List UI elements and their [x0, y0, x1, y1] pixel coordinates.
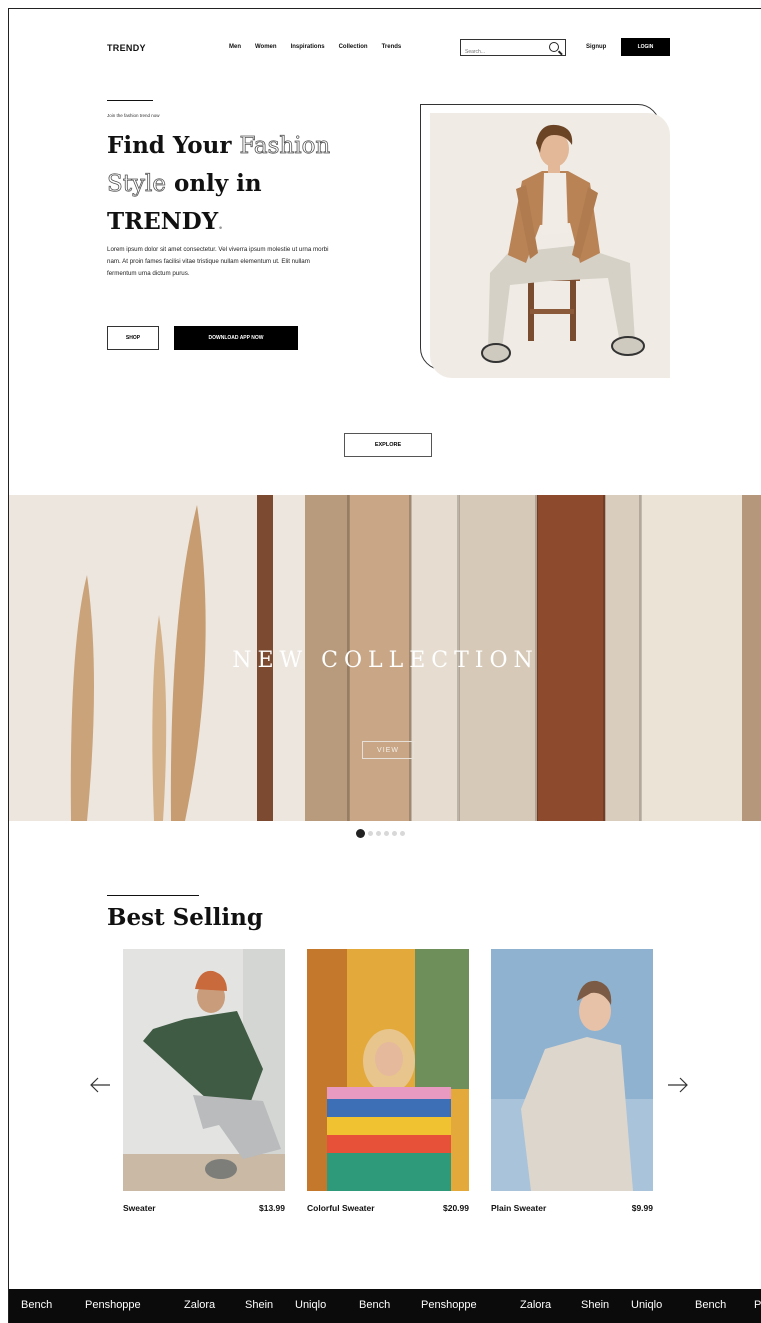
product-card[interactable]: Sweater $13.99: [123, 949, 285, 1213]
hero-title: Find Your Fashion Style only in TRENDY.: [107, 127, 397, 244]
product-price: $9.99: [631, 1203, 653, 1213]
brand-name: Shein: [581, 1299, 610, 1311]
brand-name: Bench: [21, 1299, 53, 1311]
arrow-left-icon[interactable]: [89, 1077, 111, 1093]
hero-divider: [107, 100, 153, 101]
brand-strip: Bench Penshoppe Zalora Shein Uniqlo Benc…: [9, 1289, 761, 1323]
carousel-dots: [356, 829, 405, 838]
brand-name: Shein: [245, 1299, 274, 1311]
search-box: [460, 39, 566, 60]
new-collection-banner: NEW COLLECTION VIEW: [9, 495, 761, 821]
hero-title-part1: Find Your: [107, 132, 240, 159]
search-input[interactable]: [461, 44, 545, 60]
hero-description: Lorem ipsum dolor sit amet consectetur. …: [107, 246, 329, 277]
brand-name: Zalora: [184, 1299, 216, 1311]
brand-name: Uniqlo: [295, 1299, 327, 1311]
hero-title-outline-1: Fashion: [239, 133, 331, 160]
arrow-right-icon[interactable]: [667, 1077, 689, 1093]
brand-name: Bench: [695, 1299, 727, 1311]
nav-link-inspirations[interactable]: Inspirations: [291, 44, 325, 50]
carousel-dot-2[interactable]: [368, 831, 373, 836]
hero-title-dot: .: [218, 217, 224, 233]
product-name: Colorful Sweater: [307, 1203, 375, 1213]
nav-link-men[interactable]: Men: [229, 44, 241, 50]
product-card[interactable]: Plain Sweater $9.99: [491, 949, 653, 1213]
product-price: $20.99: [443, 1203, 469, 1213]
shop-button[interactable]: SHOP: [107, 326, 159, 350]
brand-name: Zalora: [520, 1299, 552, 1311]
page-frame: TRENDY Men Women Inspirations Collection…: [8, 8, 761, 1323]
hero-title-outline-2: Style: [107, 171, 167, 198]
product-name: Sweater: [123, 1203, 156, 1213]
view-collection-button[interactable]: VIEW: [362, 741, 414, 759]
carousel-dot-4[interactable]: [384, 831, 389, 836]
brand-name: Penshoppe: [85, 1299, 141, 1311]
brand-name: P: [754, 1299, 761, 1311]
hero-title-part3: TRENDY: [107, 208, 219, 235]
signup-link[interactable]: Signup: [586, 44, 606, 50]
product-info: Colorful Sweater $20.99: [307, 1203, 469, 1213]
brand-name: Uniqlo: [631, 1299, 663, 1311]
product-card[interactable]: Colorful Sweater $20.99: [307, 949, 469, 1213]
hero-kicker: Join the fashion trend now: [107, 113, 160, 118]
product-image[interactable]: [491, 949, 653, 1191]
product-image[interactable]: [307, 949, 469, 1191]
best-selling-title: Best Selling: [107, 904, 263, 931]
download-app-button[interactable]: DOWNLOAD APP NOW: [174, 326, 298, 350]
product-info: Plain Sweater $9.99: [491, 1203, 653, 1213]
model-illustration: [481, 124, 645, 363]
nav-link-trends[interactable]: Trends: [382, 44, 402, 50]
brand-name: Penshoppe: [421, 1299, 477, 1311]
nav-link-collection[interactable]: Collection: [339, 44, 368, 50]
banner-title: NEW COLLECTION: [232, 648, 539, 673]
product-price: $13.99: [259, 1203, 285, 1213]
product-image[interactable]: [123, 949, 285, 1191]
best-selling-divider: [107, 895, 199, 896]
nav-link-women[interactable]: Women: [255, 44, 277, 50]
login-button[interactable]: LOGIN: [621, 38, 670, 56]
main-nav: Men Women Inspirations Collection Trends: [229, 44, 415, 50]
explore-button[interactable]: EXPLORE: [344, 433, 432, 457]
brand-name: Bench: [359, 1299, 391, 1311]
carousel-dot-5[interactable]: [392, 831, 397, 836]
carousel-dot-3[interactable]: [376, 831, 381, 836]
search-icon[interactable]: [549, 42, 559, 52]
hero-title-part2: only in: [165, 170, 262, 197]
hero-model-photo: [430, 113, 670, 378]
brand-logo[interactable]: TRENDY: [107, 43, 146, 53]
carousel-dot-6[interactable]: [400, 831, 405, 836]
carousel-dot-1[interactable]: [356, 829, 365, 838]
product-name: Plain Sweater: [491, 1203, 547, 1213]
product-info: Sweater $13.99: [123, 1203, 285, 1213]
